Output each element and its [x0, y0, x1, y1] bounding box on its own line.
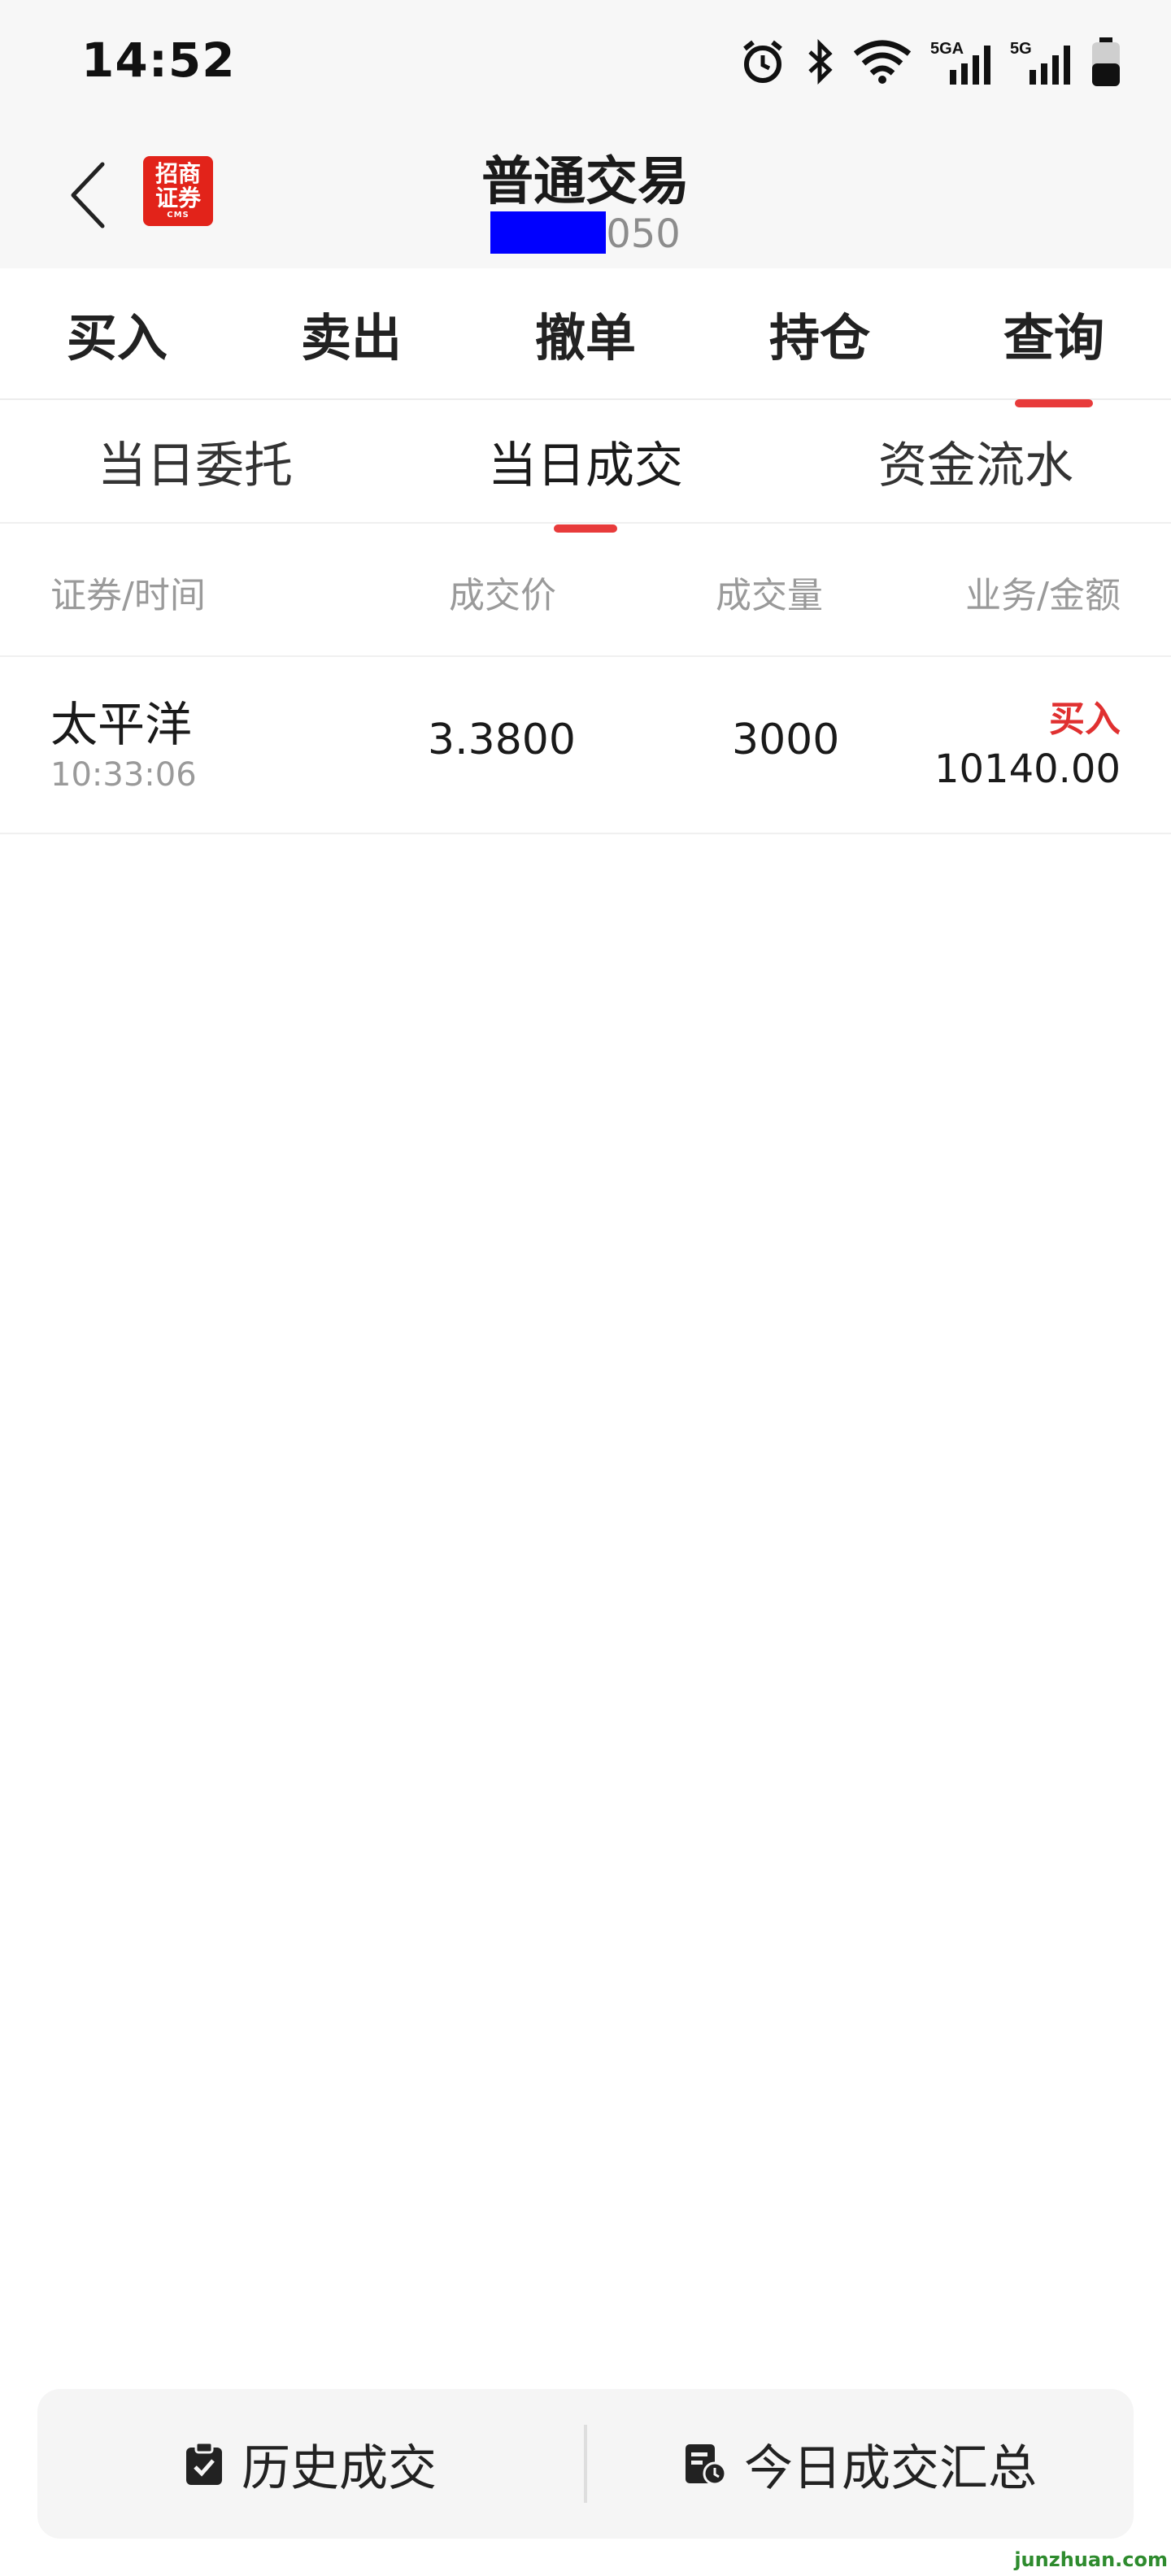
tab-positions[interactable]: 持仓: [753, 297, 886, 370]
tab-fund-flow[interactable]: 资金流水: [862, 426, 1090, 497]
account-suffix: 050: [606, 211, 681, 257]
tab-buy[interactable]: 买入: [50, 297, 184, 370]
watermark: junzhuan.com: [1014, 2548, 1168, 2571]
header-price: 成交价: [449, 575, 556, 616]
history-trades-button[interactable]: 历史成交: [37, 2389, 584, 2539]
status-bar: 14:52 5GA 5G: [0, 0, 1171, 122]
trade-quantity: 3000: [732, 716, 840, 764]
today-summary-button[interactable]: 今日成交汇总: [587, 2389, 1134, 2539]
status-time: 14:52: [81, 33, 236, 88]
trade-price: 3.3800: [428, 716, 576, 764]
tab-today-trades[interactable]: 当日成交: [472, 426, 699, 497]
battery-icon: [1092, 37, 1120, 86]
wifi-icon: [853, 40, 912, 84]
header-security-time: 证券/时间: [50, 575, 206, 616]
document-clock-icon: [686, 2444, 726, 2486]
bottom-action-bar: 历史成交 今日成交汇总: [37, 2389, 1134, 2539]
tab-query[interactable]: 查询: [987, 297, 1121, 370]
table-header: 证券/时间 成交价 成交量 业务/金额: [0, 524, 1171, 657]
security-name: 太平洋: [50, 697, 193, 752]
signal-5ga-label: 5GA: [930, 40, 964, 58]
page-title: 普通交易: [481, 152, 690, 212]
header: 招商证券 CMS 普通交易 050: [0, 122, 1171, 268]
signal-5g-label: 5G: [1010, 40, 1032, 58]
trade-amount: 10140.00: [934, 746, 1121, 792]
main-tabs: 买入 卖出 撤单 持仓 查询: [0, 268, 1171, 400]
header-quantity: 成交量: [716, 575, 823, 616]
status-icons: 5GA 5G: [738, 36, 1122, 88]
tab-sell[interactable]: 卖出: [285, 297, 418, 370]
clipboard-check-icon: [186, 2441, 222, 2485]
table-row[interactable]: 太平洋 10:33:06 3.3800 3000 买入 10140.00: [0, 657, 1171, 834]
signal-5ga-icon: 5GA: [930, 40, 990, 85]
header-type-amount: 业务/金额: [965, 575, 1121, 616]
bluetooth-icon: [808, 38, 833, 85]
tab-cancel-order[interactable]: 撤单: [519, 297, 652, 370]
sub-tabs: 当日委托 当日成交 资金流水: [0, 400, 1171, 524]
tab-today-orders[interactable]: 当日委托: [81, 426, 309, 497]
account-number: 050: [0, 211, 1171, 257]
trade-time: 10:33:06: [50, 756, 197, 794]
account-mask: [490, 211, 607, 254]
trade-type: 买入: [1049, 698, 1121, 740]
alarm-icon: [743, 40, 782, 83]
today-summary-label: 今日成交汇总: [744, 2439, 1037, 2497]
signal-5g-icon: 5G: [1010, 40, 1070, 85]
history-trades-label: 历史成交: [242, 2439, 437, 2497]
